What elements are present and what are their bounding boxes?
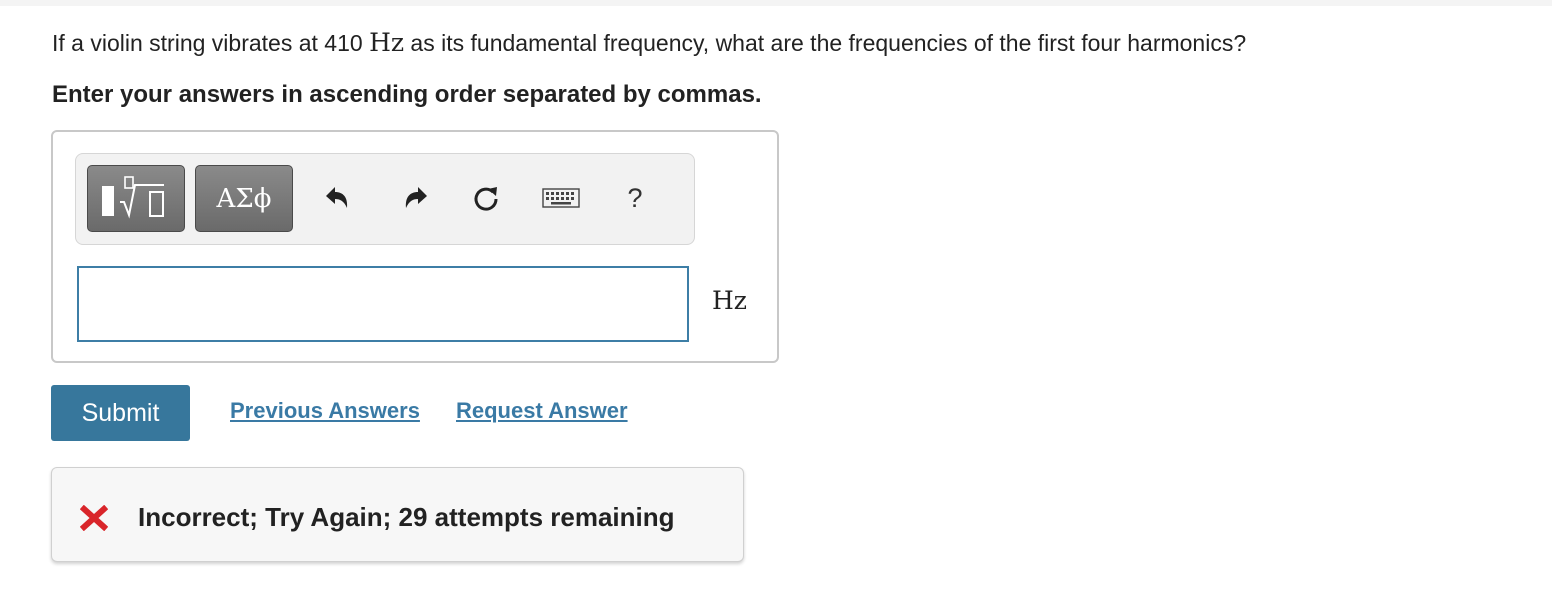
- feedback-text: Incorrect; Try Again; 29 attempts remain…: [138, 502, 675, 532]
- help-button[interactable]: ?: [620, 180, 650, 216]
- symbols-label: ΑΣϕ: [216, 183, 272, 214]
- top-bar: [0, 0, 1552, 6]
- feedback-box: Incorrect; Try Again; 29 attempts remain…: [51, 467, 744, 562]
- question-text-before: If a violin string vibrates at 410: [52, 30, 370, 56]
- instruction-text: Enter your answers in ascending order se…: [52, 81, 762, 108]
- reset-icon[interactable]: [468, 180, 504, 216]
- templates-button[interactable]: [87, 165, 185, 232]
- answer-unit-label: Hz: [712, 286, 747, 315]
- redo-icon[interactable]: [398, 180, 434, 216]
- answer-box: ΑΣϕ ? Hz: [51, 130, 779, 363]
- previous-answers-link[interactable]: Previous Answers: [230, 398, 420, 424]
- x-mark-icon: [80, 505, 108, 531]
- answer-input[interactable]: [77, 266, 689, 342]
- undo-icon[interactable]: [319, 180, 355, 216]
- question-unit: Hz: [369, 28, 405, 57]
- templates-icon: [102, 176, 164, 219]
- question-text: If a violin string vibrates at 410 Hz as…: [52, 26, 1246, 60]
- request-answer-link[interactable]: Request Answer: [456, 398, 628, 424]
- symbols-button[interactable]: ΑΣϕ: [195, 165, 293, 232]
- keyboard-icon[interactable]: [541, 180, 581, 216]
- math-toolbar: ΑΣϕ ?: [75, 153, 695, 245]
- question-text-after: as its fundamental frequency, what are t…: [404, 30, 1247, 56]
- submit-button[interactable]: Submit: [51, 385, 190, 441]
